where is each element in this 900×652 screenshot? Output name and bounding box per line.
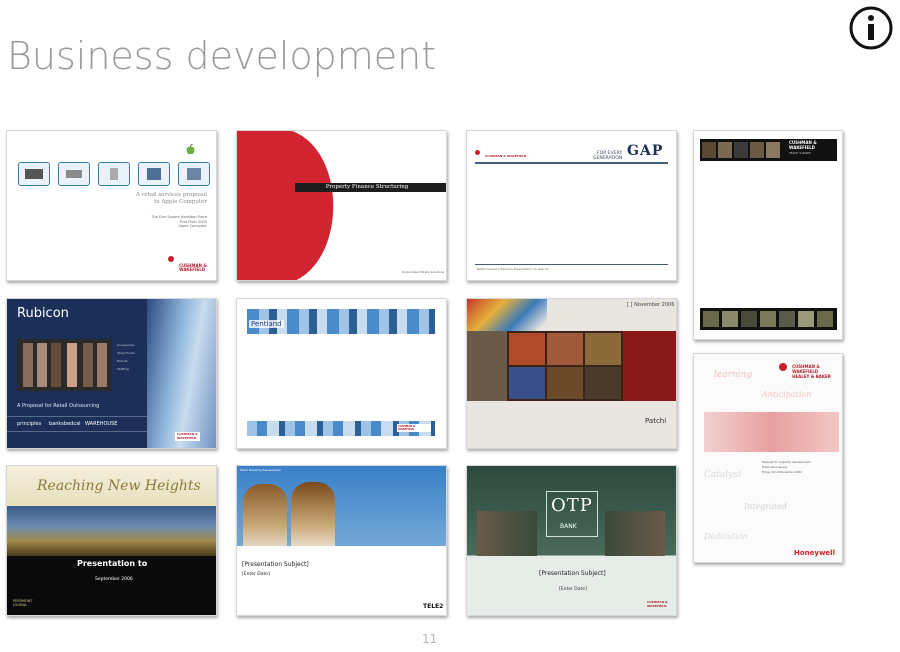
honeywell-red-photo: [704, 412, 839, 452]
slide-cw-filmstrip[interactable]: CUSHMAN & WAKEFIELD HEALEY & BAKER: [693, 130, 843, 340]
slide-apple-proposal[interactable]: A retail services proposal to Apple Comp…: [6, 130, 217, 281]
slide-gap[interactable]: CUSHMAN & WAKEFIELD FOR EVERY GENERATION…: [466, 130, 677, 281]
honeywell-details: Request for property development Fresh s…: [762, 460, 811, 474]
apple-proposal-text: A retail services proposal to Apple Comp…: [136, 192, 207, 205]
otp-bank-label: BANK: [560, 523, 577, 530]
product-image-row: [18, 162, 210, 188]
partner-banks: banksbedcal: [49, 421, 81, 427]
slide-honeywell[interactable]: CUSHMAN & WAKEFIELD HEALEY & BAKER learn…: [693, 353, 843, 563]
partner-warehouse: WAREHOUSE: [85, 421, 118, 427]
models-image: [17, 339, 112, 391]
slide-property-finance[interactable]: Property Finance Structuring Global Real…: [236, 130, 447, 281]
filmstrip-bottom: [700, 308, 837, 330]
rubicon-menu: Accessories Shop Fronts Brands Staffing: [117, 341, 135, 373]
cw-film-brand: CUSHMAN & WAKEFIELD: [789, 140, 817, 150]
partner-principles: principles: [17, 421, 42, 427]
rubicon-partners-bar: principles banksbedcal WAREHOUSE: [7, 416, 147, 432]
otp-logo: OTP: [551, 495, 593, 516]
rubicon-menu-item: Brands: [117, 359, 128, 363]
property-banner-text: Property Finance Structuring: [325, 184, 409, 190]
honeywell-word-learning: learning: [714, 370, 753, 380]
peermont-resort-photo: [7, 506, 216, 556]
property-footer: Global Real Estate Solutions: [402, 270, 445, 274]
rubicon-menu-item: Accessories: [117, 343, 135, 347]
peermont-date: September 2006: [95, 577, 133, 582]
cushman-wakefield-logo: CUSHMAN & WAKEFIELD: [168, 256, 207, 275]
rubicon-menu-item: Shop Fronts: [117, 351, 135, 355]
honeywell-word-catalyst: Catalyst: [704, 470, 742, 480]
slide-otp-bank[interactable]: OTP BANK [Presentation Subject] [Enter D…: [466, 465, 677, 616]
honeywell-cw-logo: CUSHMAN & WAKEFIELD HEALEY & BAKER: [779, 363, 831, 382]
rubicon-menu-item: Staffing: [117, 367, 129, 371]
peermont-headline: Reaching New Heights: [37, 478, 201, 494]
slide-patchi[interactable]: [ ] November 2006 Patchi: [466, 298, 677, 449]
patchi-date: [ ] November 2006: [627, 302, 675, 308]
slide-pentland[interactable]: Pentland CUSHMAN & WAKEFIELD: [236, 298, 447, 449]
otp-photo-right: [605, 511, 665, 556]
tele2-header: Tele2 Property Presentation: [240, 468, 282, 472]
patchi-brand: Patchi: [645, 417, 667, 425]
otp-photo-left: [477, 511, 537, 556]
header-divider: [475, 162, 668, 164]
pentland-cw-logo: CUSHMAN & WAKEFIELD: [397, 424, 431, 432]
rubicon-cw-logo: CUSHMAN & WAKEFIELD: [175, 432, 200, 441]
gap-footer: Retail Advisory Services Presentation to…: [477, 267, 551, 271]
cw-film-sub: HEALEY & BAKER: [789, 152, 811, 155]
peermont-sub: Presentation to: [77, 559, 148, 568]
cushman-logo-small: CUSHMAN & WAKEFIELD: [475, 142, 526, 161]
dogs-image: [241, 478, 337, 554]
rubicon-logo: Rubicon: [17, 306, 69, 321]
info-circle-icon[interactable]: [848, 5, 894, 51]
honeywell-word-integrated: Integrated: [744, 502, 788, 511]
otp-cw-logo: CUSHMAN & WAKEFIELD: [647, 600, 668, 608]
pentland-logo: Pentland: [249, 320, 284, 328]
tele2-white-wave: [237, 546, 446, 615]
otp-date: [Enter Date]: [559, 587, 587, 592]
gap-tag: FOR EVERY GENERATION: [593, 151, 623, 161]
apple-proposal-small-text: The Dun Square Hamilton Place First Floo…: [151, 215, 207, 228]
honeywell-logo: Honeywell: [794, 549, 835, 557]
footer-divider: [475, 264, 668, 265]
red-half-circle: [237, 131, 334, 280]
slide-rubicon[interactable]: Rubicon Accessories Shop Fronts Brands S…: [6, 298, 217, 449]
gap-logo: GAP: [627, 143, 664, 159]
rubicon-caption: A Proposal for Retail Outsourcing: [17, 403, 100, 409]
otp-subject: [Presentation Subject]: [539, 570, 606, 577]
page-number: 11: [422, 632, 438, 646]
honeywell-word-anticipation: Anticipation: [762, 390, 812, 399]
slide-tele2[interactable]: Tele2 Property Presentation [Presentatio…: [236, 465, 447, 616]
peermont-logo: PEERMONT GLOBAL: [13, 599, 33, 607]
tele2-logo: TELE2: [423, 603, 444, 610]
tele2-subject: [Presentation Subject]: [242, 561, 309, 568]
patchi-photo-band: [467, 331, 676, 401]
page-title: Business development: [7, 34, 437, 78]
slide-peermont[interactable]: Reaching New Heights Presentation to Sep…: [6, 465, 217, 616]
tele2-date: [Enter Date]: [242, 572, 270, 577]
fabric-image: [147, 299, 216, 448]
apple-logo-icon: [186, 140, 195, 155]
honeywell-word-dedication: Dedication: [704, 532, 748, 541]
